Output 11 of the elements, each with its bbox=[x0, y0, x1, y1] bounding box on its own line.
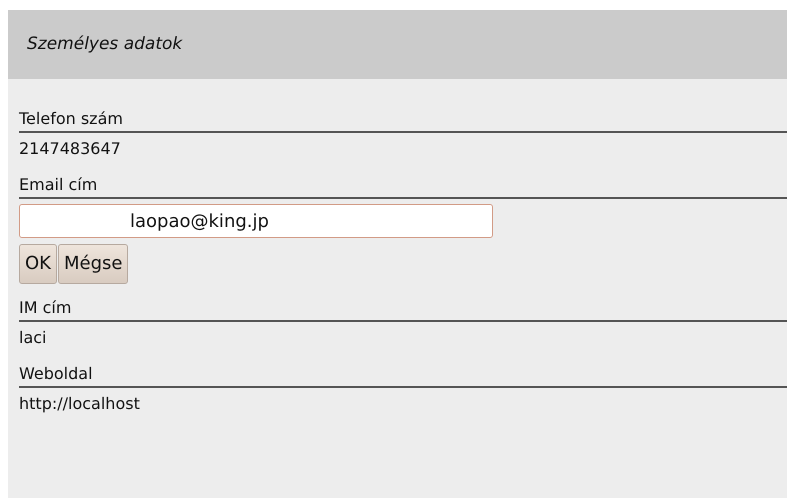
field-label: Telefon szám bbox=[19, 109, 787, 133]
field-value: http://localhost bbox=[19, 393, 140, 414]
form-button[interactable]: Mégse bbox=[58, 244, 128, 284]
input-field[interactable]: laopao@king.jp bbox=[19, 204, 493, 238]
field-label: Weboldal bbox=[19, 364, 787, 388]
field-value: laci bbox=[19, 327, 46, 348]
form-button[interactable]: OK bbox=[19, 244, 57, 284]
field-label: IM cím bbox=[19, 298, 787, 322]
field-value: 2147483647 bbox=[19, 138, 121, 159]
field-label: Email cím bbox=[19, 175, 787, 199]
panel-title: Személyes adatok bbox=[27, 32, 182, 56]
